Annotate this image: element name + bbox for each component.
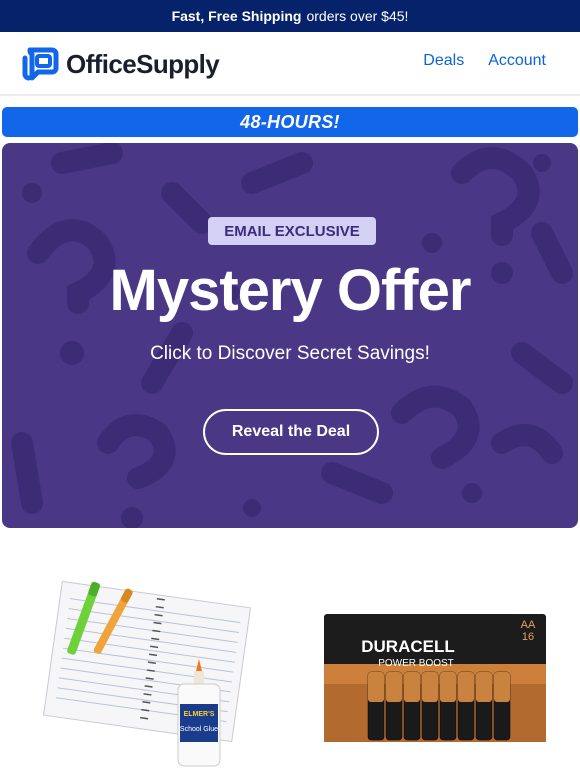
site-header: OfficeSupply Deals Account — [0, 32, 580, 96]
countdown-banner: 48-HOURS! — [2, 107, 578, 137]
shipping-banner: Fast, Free Shipping orders over $45! — [0, 0, 580, 32]
battery-brand-text: DURACELL — [361, 637, 455, 656]
question-mark-pattern — [11, 143, 573, 528]
header-nav: Deals Account — [423, 52, 546, 70]
glue-label-text: School Glue — [180, 726, 218, 733]
glue-brand-text: ELMER'S — [184, 711, 215, 718]
logo-text: OfficeSupply — [66, 48, 220, 79]
mystery-offer-hero[interactable]: EMAIL EXCLUSIVE Mystery Offer Click to D… — [2, 143, 578, 528]
nav-account-link[interactable]: Account — [488, 52, 546, 70]
logo-icon — [22, 47, 59, 81]
shipping-highlight: Fast, Free Shipping — [171, 8, 302, 24]
reveal-deal-button[interactable]: Reveal the Deal — [203, 409, 379, 455]
hero-title: Mystery Offer — [109, 258, 472, 323]
battery-count-text: 16 — [522, 631, 534, 643]
nav-deals-link[interactable]: Deals — [423, 52, 464, 70]
brand-logo[interactable]: OfficeSupply — [22, 46, 220, 82]
hero-subtitle: Click to Discover Secret Savings! — [150, 343, 430, 364]
email-exclusive-badge: EMAIL EXCLUSIVE — [208, 217, 376, 245]
school-supplies-image[interactable]: ELMER'S School Glue — [36, 576, 266, 774]
battery-line-text: POWER BOOST — [378, 658, 454, 669]
duracell-batteries-image[interactable]: DURACELL POWER BOOST AA 16 — [324, 614, 546, 742]
shipping-text: orders over $45! — [306, 8, 409, 24]
battery-size-text: AA — [521, 619, 536, 631]
